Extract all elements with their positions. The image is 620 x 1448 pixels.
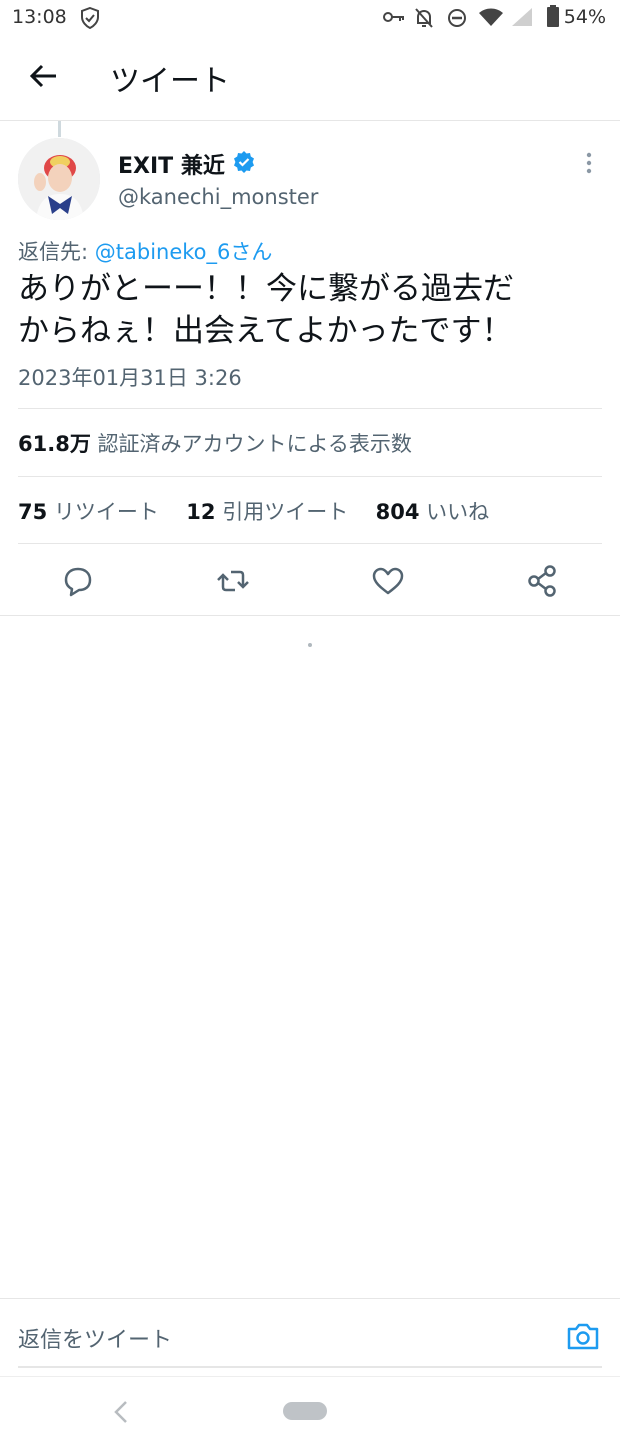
signal-icon	[512, 8, 532, 26]
dnd-icon	[448, 9, 466, 27]
divider	[18, 476, 602, 477]
engagement-stats: 75 リツイート 12 引用ツイート 804 いいね	[18, 496, 489, 526]
retweet-icon[interactable]	[213, 561, 253, 601]
battery-icon	[547, 5, 559, 27]
battery-percent: 54%	[563, 6, 606, 28]
key-icon	[383, 12, 404, 22]
tweet-timestamp: 2023年01月31日 3:26	[18, 366, 242, 390]
camera-icon[interactable]	[566, 1320, 600, 1352]
divider	[0, 1298, 620, 1299]
likes-count: 804	[375, 500, 420, 524]
status-time: 13:08	[12, 6, 67, 28]
status-bar: 13:08 54%	[0, 0, 620, 36]
notifications-off-icon	[415, 8, 433, 28]
back-arrow-icon[interactable]	[26, 58, 62, 94]
page-title: ツイート	[110, 64, 230, 99]
wifi-icon	[479, 8, 503, 26]
quotes-stat[interactable]: 12 引用ツイート	[186, 500, 348, 524]
retweets-label: リツイート	[53, 500, 159, 524]
tweet-actions	[0, 547, 620, 615]
views-label: 認証済みアカウントによる表示数	[97, 432, 412, 456]
tweet-text-line: からねぇ！出会えてよかったです！	[18, 313, 513, 349]
likes-stat[interactable]: 804 いいね	[376, 500, 490, 524]
share-icon[interactable]	[522, 561, 562, 601]
quotes-count: 12	[186, 500, 216, 524]
likes-label: いいね	[426, 500, 490, 524]
reply-to-label: 返信先:	[18, 240, 95, 264]
reply-mention-link[interactable]: @tabineko_6さん	[95, 240, 273, 264]
author-name[interactable]: EXIT 兼近	[118, 148, 225, 180]
nav-back-icon[interactable]	[108, 1397, 136, 1427]
quotes-label: 引用ツイート	[222, 500, 349, 524]
views-count: 61.8万	[18, 432, 91, 456]
avatar-image	[18, 138, 100, 220]
divider	[18, 543, 602, 544]
reply-to-line: 返信先: @tabineko_6さん	[18, 236, 272, 266]
tweet-text: ありがとーー！！今に繋がる過去だ からねぇ！出会えてよかったです！	[18, 268, 598, 352]
avatar[interactable]	[18, 138, 100, 220]
shield-icon	[81, 7, 99, 29]
reply-input[interactable]: 返信をツイート	[18, 1322, 172, 1354]
verified-badge-icon	[234, 151, 254, 173]
retweets-count: 75	[18, 500, 48, 524]
reply-icon[interactable]	[58, 561, 98, 601]
loading-indicator	[308, 643, 312, 647]
tweet-text-line: ありがとーー！！今に繋がる過去だ	[18, 271, 514, 307]
divider	[0, 615, 620, 616]
retweets-stat[interactable]: 75 リツイート	[18, 500, 159, 524]
nav-home-pill[interactable]	[283, 1402, 327, 1420]
system-navigation-bar	[0, 1376, 620, 1448]
more-icon[interactable]	[578, 150, 600, 176]
thread-connector	[58, 121, 61, 137]
divider	[18, 408, 602, 409]
author-handle[interactable]: @kanechi_monster	[118, 185, 318, 209]
top-app-bar: ツイート	[0, 36, 620, 121]
views-stat[interactable]: 61.8万 認証済みアカウントによる表示数	[18, 428, 412, 458]
reply-composer[interactable]: 返信をツイート	[18, 1300, 602, 1368]
like-icon[interactable]	[368, 561, 408, 601]
